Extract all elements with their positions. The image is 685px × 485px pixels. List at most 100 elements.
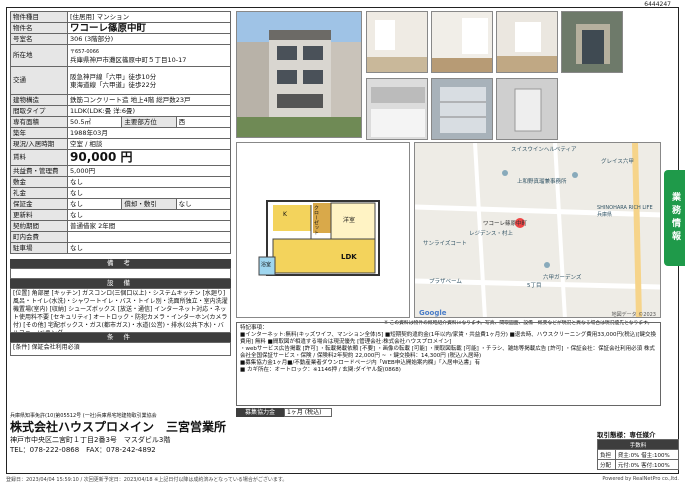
label-bath: 浴室 (261, 262, 272, 268)
amortization-value: なし (175, 198, 232, 210)
table-row: 賃料 90,000 円 (10, 149, 231, 166)
remarks-title: 特記事項： (240, 325, 268, 331)
built-value: 1988年03月 (67, 127, 231, 139)
layout-value: 1LDK(LDK:畳 洋:6畳) (67, 105, 231, 117)
building-exterior-photo (236, 11, 362, 138)
map-label: レジデンス・村上 (469, 231, 513, 237)
rent-label: 賃料 (10, 149, 68, 166)
key-money-label: 礼金 (10, 187, 68, 199)
transport-line: 東海道線「六甲道」徒歩22分 (70, 80, 157, 89)
map-label: サンライズコート (423, 241, 467, 247)
structure-value: 鉄筋コンクリート造 地上4階 総戸数23戸 (67, 94, 231, 106)
fee-row-label: 分配 (597, 459, 616, 470)
table-row: 礼金 なし (10, 187, 231, 199)
name-label: 物件名 (10, 22, 68, 34)
map-label: 六甲ガーデンズ (543, 275, 582, 281)
location-map: スイスウインヘルベティア 上和野真瑠兼事務所 ワコーレ篠原中町 レジデンス・村上… (414, 142, 661, 318)
table-row: 共益費・管理費 5,000円 (10, 165, 231, 177)
guarantee-label: 保証金 (10, 198, 68, 210)
table-row: 駐車場 なし (10, 242, 231, 254)
label-ldk: LDK (341, 253, 357, 261)
address-text: 兵庫県神戸市灘区篠原中町５丁目10-17 (70, 55, 187, 64)
property-table: 物件種目 [住居用] マンション 物件名 ワコーレ篠原中町 号室名 306 (3階部分… (10, 11, 232, 254)
conditions-header: 条 件 (10, 333, 231, 342)
direction-value: 西 (175, 116, 232, 128)
table-row: 物件種目 [住居用] マンション (10, 11, 231, 23)
fee-table: 手数料 負担 貸主:0% 借主:100% 分配 元付:0% 客付:100% (597, 439, 680, 470)
table-row: 築年 1988年03月 (10, 127, 231, 139)
table-row: 交通 阪急神戸線「六甲」徒歩10分 東海道線「六甲道」徒歩22分 (10, 66, 231, 95)
key-money-value: なし (67, 187, 231, 199)
map-label: スイスウインヘルベティア (511, 147, 577, 153)
area-value: 50.5㎡ (66, 116, 123, 128)
status-value: 空室 / 相談 (67, 138, 231, 150)
interior-photo-1 (366, 11, 428, 73)
rent-value: 90,000 円 (67, 149, 231, 166)
map-label: プラザベーム (429, 279, 462, 285)
table-row: 契約期間 普通借家 2年間 (10, 220, 231, 232)
room-label: 号室名 (10, 33, 68, 45)
fee-header: 手数料 (597, 439, 679, 450)
transport-value: 阪急神戸線「六甲」徒歩10分 東海道線「六甲道」徒歩22分 (67, 66, 231, 95)
remarks-line: ■インターネット:無料(キッズワイフ、マンション全体)5] ■短期契約違約金(1… (240, 332, 656, 345)
table-row: 手数料 (597, 439, 679, 450)
interior-photo-2 (431, 11, 493, 73)
status-label: 現況/入居時期 (10, 138, 68, 150)
facilities-text: [位置] 角部屋 [キッチン] ガスコンロ(三個口以上)・システムキッチン [水… (10, 288, 231, 333)
association-value (67, 231, 231, 243)
room-value: 306 (3階部分) (67, 33, 231, 45)
table-row: 物件名 ワコーレ篠原中町 (10, 22, 231, 34)
facilities-header: 設 備 (10, 279, 231, 288)
remarks-line: ■ カギ所在：オートロック：※1146押 / 玄関:ダイヤル錠(0868) (240, 367, 401, 373)
remarks-box: 特記事項： ■インターネット:無料(キッズワイフ、マンション全体)5] ■短期契… (236, 322, 661, 406)
table-row: 所在地 〒657-0066 兵庫県神戸市灘区篠原中町５丁目10-17 (10, 44, 231, 67)
deposit-value: なし (67, 176, 231, 188)
fee-row-label: 負担 (597, 449, 616, 460)
postal-code: 〒657-0066 (70, 48, 100, 55)
address-label: 所在地 (10, 44, 68, 67)
area-label: 専有面積 (10, 116, 68, 128)
map-label-property: ワコーレ篠原中町 (483, 221, 528, 227)
deposit-label: 敷金 (10, 176, 68, 188)
table-row: 専有面積 50.5㎡ 主要部方位西 (10, 116, 232, 128)
table-row: 更新料 なし (10, 209, 231, 221)
fee-row-value: 貸主:0% 借主:100% (614, 449, 680, 460)
table-row: 分配 元付:0% 客付:100% (597, 459, 680, 470)
mailbox-photo (431, 78, 493, 140)
fee-label: 共益費・管理費 (10, 165, 68, 177)
association-label: 町内会費 (10, 231, 68, 243)
kitchen-photo (366, 78, 428, 140)
label-western-room: 洋室 (343, 217, 356, 224)
floor-plan: K クローゼット 洋室 LDK 浴室 (236, 142, 410, 318)
map-copyright: 地図データ ©2023 (611, 312, 656, 318)
table-row: 現況/入居時期 空室 / 相談 (10, 138, 231, 150)
renewal-label: 更新料 (10, 209, 68, 221)
map-label: 5丁目 (527, 283, 542, 289)
guarantee-value: なし (66, 198, 123, 210)
built-label: 築年 (10, 127, 68, 139)
contract-label: 契約期間 (10, 220, 68, 232)
table-row: 間取タイプ 1LDK(LDK:畳 洋:6畳) (10, 105, 231, 117)
table-row: 保証金 なし 償却・敷引 なし (10, 198, 232, 210)
address-value: 〒657-0066 兵庫県神戸市灘区篠原中町５丁目10-17 (67, 44, 231, 67)
footer-dates: 登録日：2023/04/04 15:59:10 / 次回更新予定日：2023/0… (6, 477, 288, 483)
contract-value: 普通借家 2年間 (67, 220, 231, 232)
map-label: グレイス六甲 (601, 159, 634, 165)
map-provider-logo: Google (419, 309, 447, 317)
fee-value: 5,000円 (67, 165, 231, 177)
property-name: ワコーレ篠原中町 (67, 22, 231, 34)
business-info-tab[interactable]: 業務情報 (664, 170, 685, 266)
company-address: 神戸市中央区二宮町１丁目2番3号 マスダビル3階 (10, 436, 171, 444)
company-name: 株式会社ハウスプロメイン 三宮営業所 (10, 420, 227, 434)
license-text: 兵庫県知事免許(10)第05512号 (一社)兵庫県宅地建物取引業協会 (10, 413, 157, 419)
label-closet: クローゼット (313, 205, 319, 235)
map-label: 上和野真瑠兼事務所 (517, 179, 567, 185)
remarks-line: ・webサービス広告掲載 [許可] ・転載掲載依頼 [不要] ・画像の転載 [可… (240, 346, 655, 359)
table-row: 号室名 306 (3階部分) (10, 33, 231, 45)
direction-label: 主要部方位 (121, 116, 177, 128)
table-row: 負担 貸主:0% 借主:100% (597, 449, 680, 460)
table-row: 建物構造 鉄筋コンクリート造 地上4階 総戸数23戸 (10, 94, 231, 106)
renewal-value: なし (67, 209, 231, 221)
transaction-type: 取引態様：専任媒介 (597, 431, 656, 439)
fee-row-value: 元付:0% 客付:100% (614, 459, 680, 470)
